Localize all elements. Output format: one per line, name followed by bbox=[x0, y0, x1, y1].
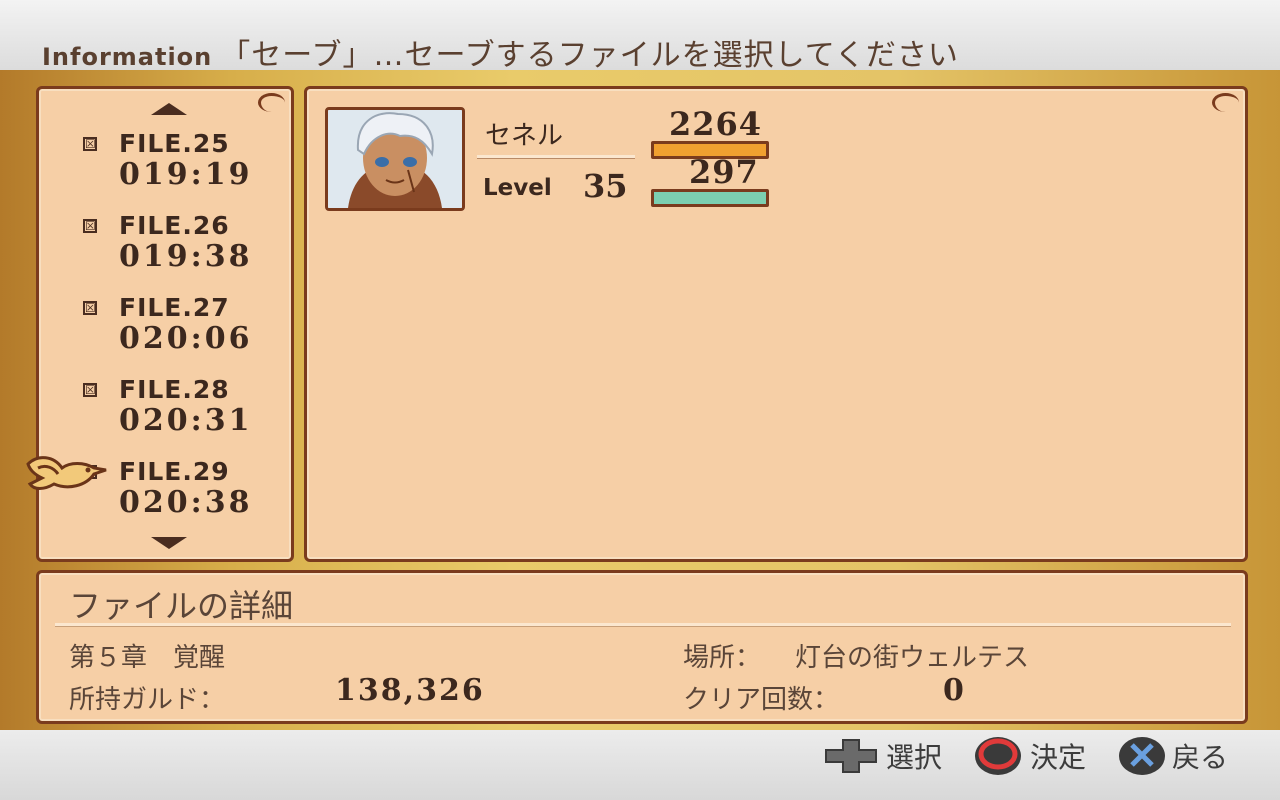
name-underline bbox=[477, 155, 635, 159]
clear-count-label: クリア回数： bbox=[683, 685, 840, 715]
save-exists-icon: ☒ bbox=[83, 301, 97, 315]
details-divider bbox=[55, 623, 1231, 627]
file-name: FILE.26 bbox=[119, 211, 230, 240]
corner-ornament bbox=[1212, 93, 1239, 112]
information-text: 「セーブ」…セーブするファイルを選択してください bbox=[220, 38, 959, 73]
file-playtime: 019:19 bbox=[119, 157, 253, 192]
character-portrait bbox=[325, 107, 465, 211]
details-title: ファイルの詳細 bbox=[69, 587, 294, 625]
select-label: 選択 bbox=[886, 741, 943, 774]
file-slot-27[interactable]: ☒ FILE.27 020:06 bbox=[39, 291, 289, 361]
clear-count-value: 0 bbox=[943, 673, 964, 708]
control-hints-bar bbox=[0, 730, 1280, 800]
save-exists-icon: ☒ bbox=[83, 137, 97, 151]
file-playtime: 020:31 bbox=[119, 403, 253, 438]
information-message: Information 「セーブ」…セーブするファイルを選択してください bbox=[42, 30, 959, 74]
file-name: FILE.29 bbox=[119, 457, 230, 486]
character-panel: セネル Level 35 2264 297 bbox=[304, 86, 1248, 562]
file-playtime: 020:38 bbox=[119, 485, 253, 520]
scroll-down-arrow[interactable] bbox=[151, 537, 187, 549]
hp-value: 2264 bbox=[669, 105, 763, 143]
file-name: FILE.28 bbox=[119, 375, 230, 404]
file-playtime: 019:38 bbox=[119, 239, 253, 274]
file-slot-25[interactable]: ☒ FILE.25 019:19 bbox=[39, 127, 289, 197]
gald-label: 所持ガルド： bbox=[69, 685, 226, 715]
dpad-icon bbox=[825, 739, 877, 773]
location-value: 灯台の街ウェルテス bbox=[795, 643, 1030, 673]
level-value: 35 bbox=[583, 167, 628, 205]
file-name: FILE.25 bbox=[119, 129, 230, 158]
file-slot-28[interactable]: ☒ FILE.28 020:31 bbox=[39, 373, 289, 443]
corner-ornament bbox=[258, 93, 285, 112]
file-playtime: 020:06 bbox=[119, 321, 253, 356]
location-label: 場所： bbox=[683, 643, 762, 673]
character-name: セネル bbox=[485, 121, 564, 151]
gald-value: 138,326 bbox=[335, 673, 485, 708]
save-exists-icon: ☒ bbox=[83, 219, 97, 233]
chapter-text: 第５章 覚醒 bbox=[69, 643, 226, 673]
scroll-up-arrow[interactable] bbox=[151, 103, 187, 115]
portrait-icon bbox=[328, 110, 462, 208]
confirm-label: 決定 bbox=[1030, 741, 1087, 774]
level-label: Level bbox=[483, 175, 552, 201]
file-name: FILE.27 bbox=[119, 293, 230, 322]
cross-button-icon bbox=[1119, 737, 1165, 775]
tp-bar bbox=[651, 189, 769, 207]
file-details-panel: ファイルの詳細 第５章 覚醒 所持ガルド： 138,326 場所： 灯台の街ウェ… bbox=[36, 570, 1248, 724]
circle-button-icon bbox=[975, 737, 1021, 775]
information-label: Information bbox=[42, 43, 213, 71]
bird-cursor-icon bbox=[26, 456, 107, 490]
file-slot-26[interactable]: ☒ FILE.26 019:38 bbox=[39, 209, 289, 279]
back-label: 戻る bbox=[1172, 741, 1229, 774]
save-exists-icon: ☒ bbox=[83, 383, 97, 397]
tp-value: 297 bbox=[689, 153, 759, 191]
header-bar: Information 「セーブ」…セーブするファイルを選択してください bbox=[0, 0, 1280, 73]
